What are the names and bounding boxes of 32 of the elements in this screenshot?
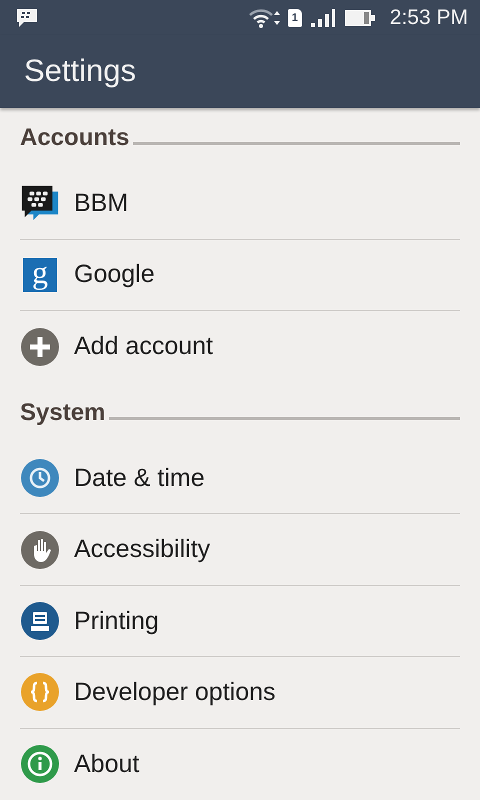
item-label: Add account [74,332,213,362]
chat-bubble-icon [16,8,38,28]
item-label: About [74,750,140,779]
item-label: BBM [74,188,128,218]
section-header: System [20,398,106,427]
hand-icon [21,530,59,569]
section-header: Accounts [20,124,130,152]
google-logo: g [23,258,57,292]
printer-icon [21,602,59,640]
sim-card-icon: 1 [288,8,302,27]
settings-item[interactable]: Add account [20,311,460,382]
item-label: Accessibility [74,535,210,564]
item-label: Date & time [74,464,205,493]
item-label: Developer options [74,678,276,707]
settings-item[interactable]: Developer options [20,657,460,729]
settings-item[interactable]: BBM [20,168,460,240]
wifi-icon [248,6,280,29]
settings-item[interactable]: About [20,728,460,800]
plus-icon [21,328,59,366]
screen-title: Settings [24,53,136,90]
settings-item[interactable]: g Google [20,240,460,311]
battery-icon [344,8,376,28]
settings-item[interactable]: Accessibility [20,514,460,586]
item-label: Google [74,260,155,290]
clock-time: 2:53 PM [390,6,468,30]
braces-icon [21,673,59,712]
clock-icon [21,459,59,498]
settings-item[interactable]: Date & time [20,443,460,514]
settings-item[interactable]: Printing [20,586,460,658]
signal-icon [310,8,336,28]
info-icon [21,745,59,784]
item-label: Printing [74,606,159,636]
